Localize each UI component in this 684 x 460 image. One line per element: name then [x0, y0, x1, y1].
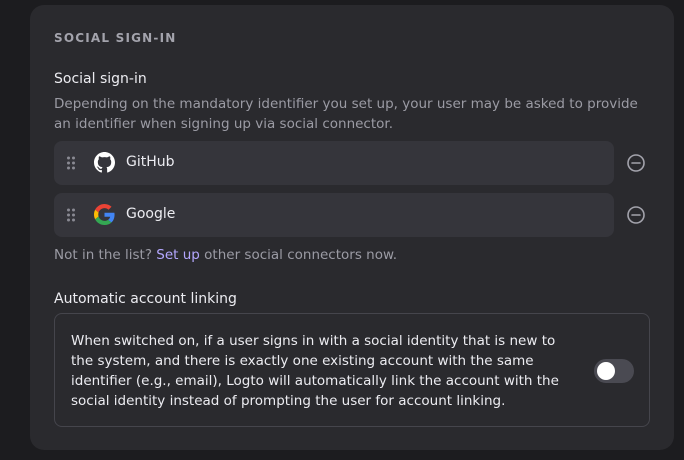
account-linking-description: When switched on, if a user signs in wit…: [71, 333, 559, 409]
connector-row-google[interactable]: Google: [54, 193, 614, 237]
connector-row-github[interactable]: GitHub: [54, 141, 614, 185]
connector-name: GitHub: [126, 154, 175, 170]
google-icon: [94, 204, 115, 225]
drag-handle-icon[interactable]: [66, 155, 76, 171]
hint-suffix: other social connectors now.: [204, 247, 398, 263]
account-linking-box: When switched on, if a user signs in wit…: [54, 313, 650, 427]
drag-handle-icon[interactable]: [66, 207, 76, 223]
github-icon: [94, 152, 115, 173]
remove-github-icon[interactable]: [626, 153, 646, 173]
connector-hint: Not in the list? Set up other social con…: [54, 247, 397, 263]
hint-prefix: Not in the list?: [54, 247, 152, 263]
toggle-knob: [597, 362, 615, 380]
setup-link[interactable]: Set up: [156, 247, 200, 263]
social-signin-description: Depending on the mandatory identifier yo…: [54, 96, 638, 132]
social-signin-label: Social sign-in: [54, 71, 147, 87]
account-linking-toggle[interactable]: [594, 359, 634, 383]
account-linking-label: Automatic account linking: [54, 291, 237, 307]
remove-google-icon[interactable]: [626, 205, 646, 225]
social-signin-card: SOCIAL SIGN-IN Social sign-in Depending …: [30, 5, 674, 450]
section-title: SOCIAL SIGN-IN: [54, 31, 177, 45]
connector-name: Google: [126, 206, 176, 222]
